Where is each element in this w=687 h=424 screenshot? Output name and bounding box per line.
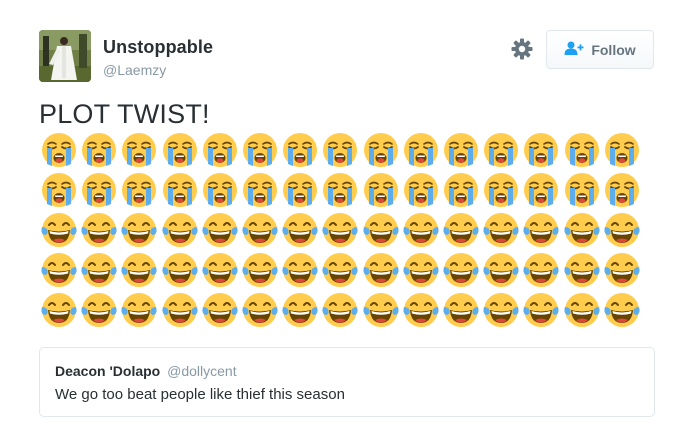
loudly-crying-face-emoji <box>363 132 399 168</box>
face-with-tears-of-joy-emoji <box>403 252 439 288</box>
loudly-crying-face-emoji <box>443 132 479 168</box>
loudly-crying-face-emoji <box>443 172 479 208</box>
face-with-tears-of-joy-emoji <box>483 212 519 248</box>
face-with-tears-of-joy-emoji <box>162 292 198 328</box>
loudly-crying-face-emoji <box>604 172 640 208</box>
gear-icon[interactable] <box>511 38 533 60</box>
tweet-text: PLOT TWIST! <box>39 99 210 129</box>
face-with-tears-of-joy-emoji <box>322 292 358 328</box>
loudly-crying-face-emoji <box>162 172 198 208</box>
face-with-tears-of-joy-emoji <box>322 212 358 248</box>
face-with-tears-of-joy-emoji <box>121 212 157 248</box>
face-with-tears-of-joy-emoji <box>483 252 519 288</box>
loudly-crying-face-emoji <box>41 132 77 168</box>
face-with-tears-of-joy-emoji <box>322 252 358 288</box>
loudly-crying-face-emoji <box>564 132 600 168</box>
face-with-tears-of-joy-emoji <box>363 252 399 288</box>
face-with-tears-of-joy-emoji <box>41 292 77 328</box>
loudly-crying-face-emoji <box>121 172 157 208</box>
loudly-crying-face-emoji <box>523 132 559 168</box>
user-handle[interactable]: @Laemzy <box>103 62 166 78</box>
face-with-tears-of-joy-emoji <box>282 292 318 328</box>
face-with-tears-of-joy-emoji <box>162 212 198 248</box>
face-with-tears-of-joy-emoji <box>403 292 439 328</box>
loudly-crying-face-emoji <box>403 132 439 168</box>
quoted-display-name[interactable]: Deacon 'Dolapo <box>55 363 160 379</box>
face-with-tears-of-joy-emoji <box>41 252 77 288</box>
face-with-tears-of-joy-emoji <box>483 292 519 328</box>
quoted-tweet-text: We go too beat people like thief this se… <box>55 386 345 403</box>
face-with-tears-of-joy-emoji <box>564 292 600 328</box>
face-with-tears-of-joy-emoji <box>564 212 600 248</box>
face-with-tears-of-joy-emoji <box>443 252 479 288</box>
face-with-tears-of-joy-emoji <box>604 212 640 248</box>
loudly-crying-face-emoji <box>242 172 278 208</box>
loudly-crying-face-emoji <box>242 132 278 168</box>
face-with-tears-of-joy-emoji <box>443 212 479 248</box>
face-with-tears-of-joy-emoji <box>81 252 117 288</box>
loudly-crying-face-emoji <box>322 132 358 168</box>
loudly-crying-face-emoji <box>202 132 238 168</box>
display-name[interactable]: Unstoppable <box>103 37 213 58</box>
face-with-tears-of-joy-emoji <box>523 212 559 248</box>
loudly-crying-face-emoji <box>282 172 318 208</box>
face-with-tears-of-joy-emoji <box>121 292 157 328</box>
face-with-tears-of-joy-emoji <box>202 252 238 288</box>
face-with-tears-of-joy-emoji <box>242 212 278 248</box>
face-with-tears-of-joy-emoji <box>282 212 318 248</box>
loudly-crying-face-emoji <box>564 172 600 208</box>
face-with-tears-of-joy-emoji <box>202 212 238 248</box>
face-with-tears-of-joy-emoji <box>403 212 439 248</box>
quoted-handle[interactable]: @dollycent <box>167 363 236 379</box>
loudly-crying-face-emoji <box>282 132 318 168</box>
loudly-crying-face-emoji <box>121 132 157 168</box>
loudly-crying-face-emoji <box>403 172 439 208</box>
add-user-icon <box>564 41 584 58</box>
loudly-crying-face-emoji <box>483 132 519 168</box>
follow-button[interactable]: Follow <box>546 30 654 69</box>
face-with-tears-of-joy-emoji <box>604 292 640 328</box>
face-with-tears-of-joy-emoji <box>242 292 278 328</box>
face-with-tears-of-joy-emoji <box>41 212 77 248</box>
face-with-tears-of-joy-emoji <box>81 212 117 248</box>
face-with-tears-of-joy-emoji <box>242 252 278 288</box>
loudly-crying-face-emoji <box>363 172 399 208</box>
loudly-crying-face-emoji <box>81 132 117 168</box>
loudly-crying-face-emoji <box>202 172 238 208</box>
face-with-tears-of-joy-emoji <box>202 292 238 328</box>
face-with-tears-of-joy-emoji <box>443 292 479 328</box>
face-with-tears-of-joy-emoji <box>363 212 399 248</box>
quoted-tweet-header: Deacon 'Dolapo @dollycent <box>55 363 237 379</box>
face-with-tears-of-joy-emoji <box>523 292 559 328</box>
loudly-crying-face-emoji <box>81 172 117 208</box>
face-with-tears-of-joy-emoji <box>564 252 600 288</box>
face-with-tears-of-joy-emoji <box>604 252 640 288</box>
follow-label: Follow <box>591 41 636 58</box>
loudly-crying-face-emoji <box>162 132 198 168</box>
face-with-tears-of-joy-emoji <box>121 252 157 288</box>
face-with-tears-of-joy-emoji <box>162 252 198 288</box>
face-with-tears-of-joy-emoji <box>363 292 399 328</box>
face-with-tears-of-joy-emoji <box>523 252 559 288</box>
loudly-crying-face-emoji <box>604 132 640 168</box>
face-with-tears-of-joy-emoji <box>282 252 318 288</box>
loudly-crying-face-emoji <box>523 172 559 208</box>
loudly-crying-face-emoji <box>322 172 358 208</box>
tweet-card: Unstoppable @Laemzy Follow PLOT TWIST! D… <box>0 0 687 424</box>
face-with-tears-of-joy-emoji <box>81 292 117 328</box>
quoted-tweet[interactable]: Deacon 'Dolapo @dollycent We go too beat… <box>39 347 655 417</box>
avatar[interactable] <box>39 30 91 82</box>
loudly-crying-face-emoji <box>483 172 519 208</box>
loudly-crying-face-emoji <box>41 172 77 208</box>
